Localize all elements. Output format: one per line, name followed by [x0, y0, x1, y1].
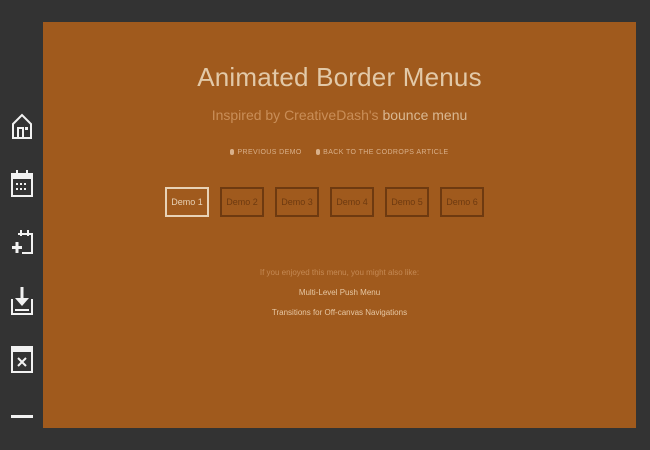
bounce-menu-link[interactable]: bounce menu — [382, 107, 467, 123]
demo-5-button[interactable]: Demo 5 — [385, 187, 429, 217]
subtitle-text: Inspired by CreativeDash's — [211, 107, 379, 123]
demo-3-button[interactable]: Demo 3 — [275, 187, 319, 217]
demo-2-button[interactable]: Demo 2 — [220, 187, 264, 217]
calendar-button[interactable] — [8, 166, 36, 200]
related-links: If you enjoyed this menu, you might also… — [43, 263, 636, 323]
download-button[interactable] — [8, 284, 36, 318]
minimize-button[interactable] — [8, 400, 36, 434]
multi-level-push-menu-link[interactable]: Multi-Level Push Menu — [43, 283, 636, 303]
demo-4-button[interactable]: Demo 4 — [330, 187, 374, 217]
home-icon — [12, 113, 32, 139]
minus-icon — [11, 415, 33, 418]
add-calendar-icon — [12, 230, 33, 254]
related-intro: If you enjoyed this menu, you might also… — [259, 268, 420, 277]
off-canvas-transitions-link[interactable]: Transitions for Off-canvas Navigations — [43, 303, 636, 323]
back-to-article-link[interactable]: BACK TO THE CODROPS ARTICLE — [316, 149, 448, 156]
close-window-icon — [11, 346, 33, 373]
nav-links: PREVIOUS DEMO BACK TO THE CODROPS ARTICL… — [43, 149, 636, 156]
top-frame — [0, 0, 650, 22]
page-title: Animated Border Menus — [197, 62, 482, 92]
close-window-button[interactable] — [8, 342, 36, 376]
drop-icon — [230, 149, 235, 156]
main-panel: Animated Border Menus Inspired by Creati… — [43, 22, 636, 428]
previous-demo-link[interactable]: PREVIOUS DEMO — [230, 149, 301, 156]
drop-icon — [316, 149, 321, 156]
sidebar — [0, 0, 43, 450]
add-calendar-button[interactable] — [8, 226, 36, 260]
demo-menu: Demo 1 Demo 2 Demo 3 Demo 4 Demo 5 Demo … — [165, 187, 565, 221]
demo-1-button[interactable]: Demo 1 — [165, 187, 209, 217]
home-button[interactable] — [8, 108, 36, 142]
download-icon — [11, 287, 33, 315]
calendar-icon — [11, 170, 33, 197]
demo-6-button[interactable]: Demo 6 — [440, 187, 484, 217]
page-subtitle: Inspired by CreativeDash's bounce menu — [43, 107, 636, 123]
